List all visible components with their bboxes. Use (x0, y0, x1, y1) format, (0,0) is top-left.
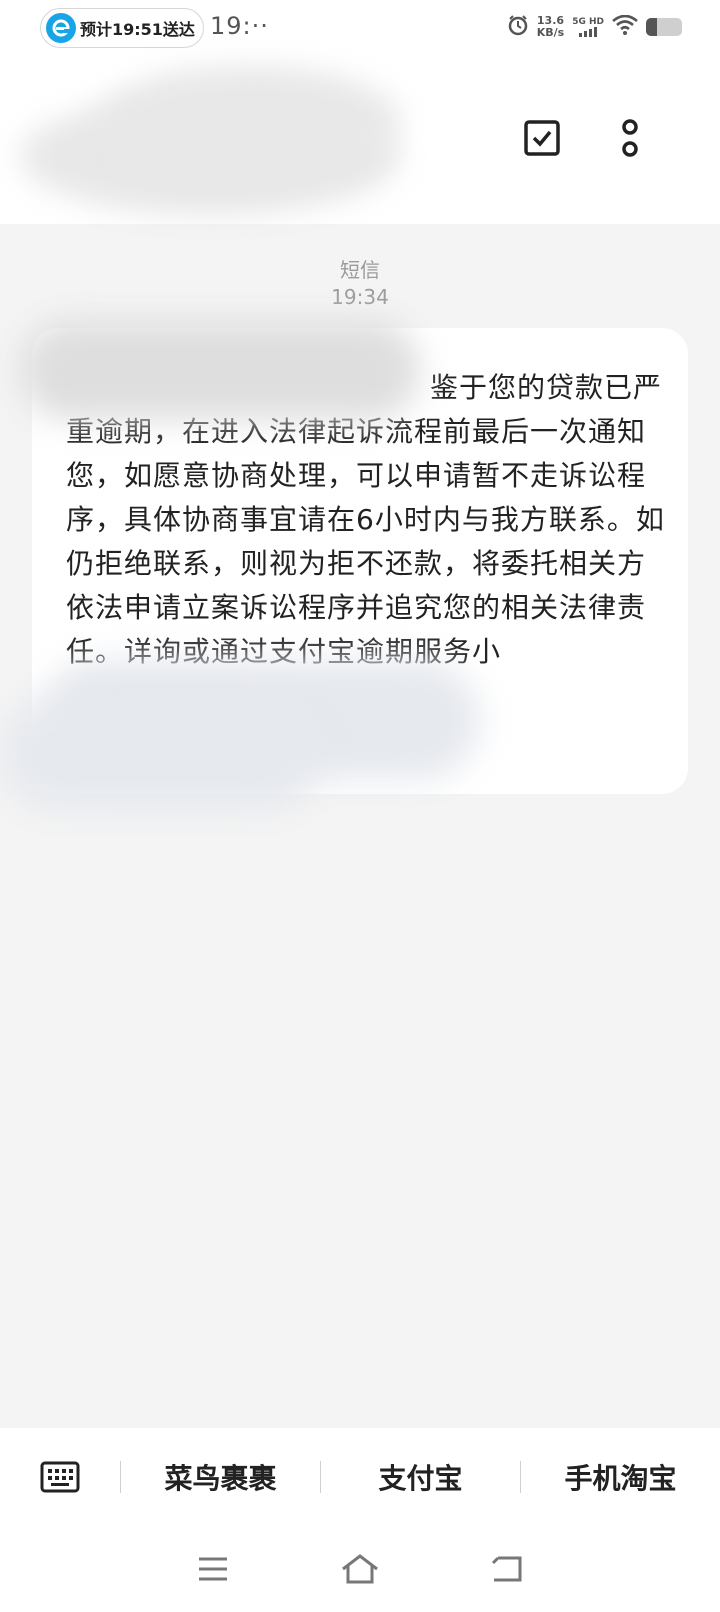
battery-fill (646, 18, 657, 36)
system-navigation-bar (0, 1526, 720, 1612)
network-type-label: 5G HD (572, 17, 604, 27)
message-timestamp: 19:34 (331, 285, 389, 309)
back-icon (491, 1556, 522, 1582)
message-channel-label: 短信 (340, 258, 380, 282)
signal-bars-icon (579, 27, 598, 37)
multi-select-button[interactable] (520, 116, 564, 160)
redacted-contact-name-overlay (100, 66, 400, 176)
conversation-header (0, 56, 720, 224)
redacted-sender-blur (20, 320, 420, 420)
battery-icon (646, 18, 682, 36)
status-indicators: 13.6 KB/s 5G HD (507, 14, 682, 40)
delivery-notification-pill[interactable]: 预计19:51送达 (40, 8, 204, 48)
status-bar: 预计19:51送达 19:·· 13.6 KB/s 5G HD (0, 0, 720, 56)
checkbox-icon (524, 120, 560, 156)
signal-indicator: 5G HD (572, 17, 604, 37)
menu-nav-button[interactable] (189, 1549, 237, 1589)
quick-item-cainiao[interactable]: 菜鸟裹裹 (121, 1457, 320, 1497)
delivery-eta-text: 预计19:51送达 (80, 20, 195, 39)
keyboard-toggle-button[interactable] (0, 1461, 120, 1493)
cainiao-logo-icon (46, 13, 76, 43)
menu-icon (199, 1557, 228, 1581)
redacted-contact-blur-2 (0, 700, 320, 810)
home-nav-button[interactable] (336, 1549, 384, 1589)
back-nav-button[interactable] (483, 1549, 531, 1589)
home-icon (342, 1554, 378, 1584)
quick-item-alipay[interactable]: 支付宝 (321, 1457, 520, 1497)
keyboard-icon (40, 1461, 80, 1493)
net-speed-unit: KB/s (536, 26, 565, 39)
quick-item-taobao[interactable]: 手机淘宝 (521, 1457, 720, 1497)
alarm-icon (507, 14, 529, 40)
quick-service-bar: 菜鸟裹裹 支付宝 手机淘宝 (0, 1428, 720, 1526)
wifi-icon (612, 14, 638, 39)
status-clock: 19:·· (210, 12, 269, 40)
net-speed: 13.6 KB/s (537, 15, 564, 39)
more-vertical-icon (622, 119, 638, 157)
more-options-button[interactable] (608, 116, 652, 160)
